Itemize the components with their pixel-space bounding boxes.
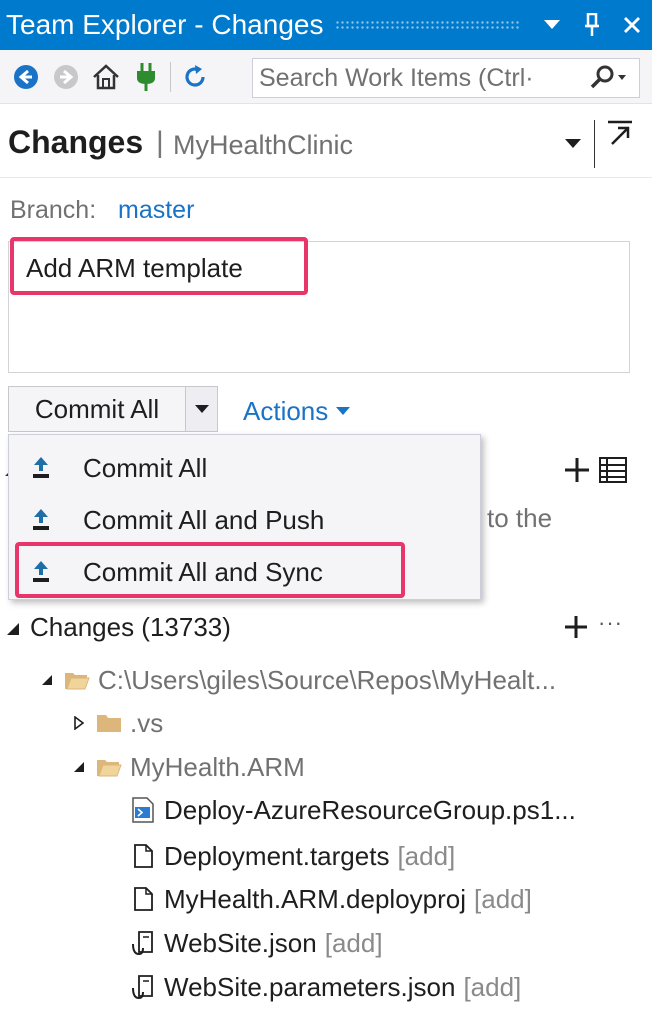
refresh-button[interactable] [175,50,215,104]
commit-upload-icon [33,509,49,530]
commit-all-button[interactable]: Commit All [8,386,186,432]
tree-row[interactable]: WebSite.parameters.json [add] [130,967,521,1007]
tree-row-label: MyHealth.ARM.deployproj [164,883,467,914]
plug-icon [137,62,155,91]
json-file-icon [130,930,156,956]
navigate-icon [608,120,632,145]
page-title: Changes [8,124,144,160]
search-box[interactable] [252,58,640,98]
tree-row-label: WebSite.json [164,927,317,958]
chevron-down-icon [336,407,351,415]
highlight-commit-all-and-sync [15,542,405,598]
menu-item-commit-all-and-push[interactable]: Commit All and Push [9,493,480,545]
tree-row-label: Deployment.targets [164,840,390,871]
title-grip[interactable] [335,20,520,30]
tree-row-label: Deploy-AzureResourceGroup.ps1... [164,794,576,825]
tree-row-label: .vs [130,707,164,738]
stage-all-icon[interactable] [563,614,589,640]
chevron-down-icon [194,404,209,413]
search-dropdown-button[interactable] [583,59,633,97]
connect-button[interactable] [126,50,166,104]
branch-label: Branch: [10,196,97,224]
back-icon [14,64,38,89]
menu-item-label: Commit All and Push [83,505,325,535]
tree-row-label: C:\Users\giles\Source\Repos\MyHealt... [98,664,557,695]
toolbar-separator [170,61,171,92]
close-button[interactable] [612,0,652,50]
changes-section-title[interactable]: Changes (13733) [30,612,231,643]
list-view-icon[interactable] [598,456,628,484]
chevron-down-icon [565,139,581,148]
refresh-icon [185,64,205,87]
folder-open-icon [96,754,122,780]
home-icon [93,63,119,89]
collapse-triangle-icon[interactable] [6,622,20,636]
repo-name[interactable]: MyHealthClinic [173,130,353,161]
expanded-triangle-icon[interactable] [72,760,86,774]
tree-row[interactable]: Deploy-AzureResourceGroup.ps1... [130,790,576,830]
page-header: Changes | MyHealthClinic [0,104,652,178]
folder-open-icon [64,667,90,693]
change-tag: [add] [474,883,532,914]
pin-icon [585,13,599,36]
actions-menu[interactable]: Actions [243,396,351,427]
change-tag: [add] [324,927,383,958]
add-icon[interactable] [562,455,592,485]
tree-row[interactable]: MyHealth.ARM [72,747,305,787]
pin-button[interactable] [572,0,612,50]
title-separator: | [156,126,164,159]
forward-icon [54,64,78,89]
hidden-panel-text: to the [487,503,553,533]
search-input[interactable] [253,63,583,93]
commit-upload-icon [33,457,49,478]
expanded-triangle-icon[interactable] [40,673,54,687]
tree-row-label: WebSite.parameters.json [164,971,456,1002]
change-tag: [add] [463,971,522,1002]
folder-icon [96,710,122,736]
tree-row[interactable]: C:\Users\giles\Source\Repos\MyHealt... [40,660,556,700]
tree-row[interactable]: MyHealth.ARM.deployproj [add] [130,879,532,919]
toolbar [0,50,652,104]
menu-item-label: Commit All [83,453,208,483]
search-icon [590,65,626,89]
actions-label: Actions [243,396,329,426]
tree-row[interactable]: .vs [72,703,163,743]
chevron-down-icon [544,20,560,29]
change-tag: [add] [397,840,456,871]
window-title: Team Explorer - Changes [6,9,324,40]
collapsed-triangle-icon[interactable] [72,716,86,730]
navigate-button[interactable] [602,116,638,152]
more-options-button[interactable]: ··· [598,610,623,636]
window-dropdown-button[interactable] [532,0,572,50]
home-button[interactable] [86,50,126,104]
tree-row-label: MyHealth.ARM [130,751,305,782]
menu-item-commit-all[interactable]: Commit All [9,441,480,493]
file-icon [130,843,156,869]
branch-link[interactable]: master [118,196,194,225]
highlight-commit-message [10,237,308,295]
forward-button[interactable] [46,50,86,104]
close-icon [624,17,640,33]
title-bar: Team Explorer - Changes [0,0,652,50]
tree-row[interactable]: Deployment.targets [add] [130,836,455,876]
page-dropdown-button[interactable] [563,134,583,154]
powershell-file-icon [130,797,156,823]
json-file-icon [130,974,156,1000]
tree-row[interactable]: WebSite.json [add] [130,923,383,963]
header-divider [594,120,595,168]
back-button[interactable] [6,50,46,104]
commit-dropdown-button[interactable] [186,386,218,432]
file-icon [130,886,156,912]
